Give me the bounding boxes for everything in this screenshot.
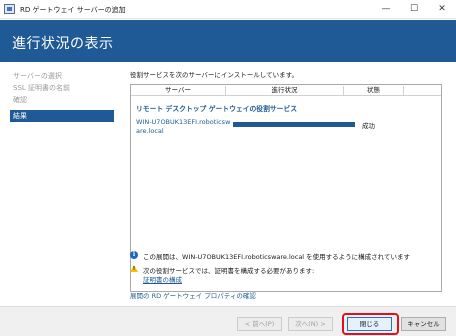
- table-header: サーバー 進行状況 状態: [131, 85, 441, 96]
- column-header-status[interactable]: 状態: [344, 86, 404, 96]
- configure-certificate-link[interactable]: 証明書の構成: [143, 274, 182, 284]
- sidebar-item-ssl-certificate: SSL 証明書の名前: [13, 84, 71, 92]
- next-button[interactable]: 次へ(N) >: [288, 317, 333, 331]
- maximize-icon[interactable]: ☐: [400, 0, 428, 19]
- info-text: この展開は、WIN-U7OBUK13EFI.roboticsware.local…: [143, 253, 410, 261]
- minimize-icon[interactable]: —: [372, 0, 400, 19]
- close-icon[interactable]: ✕: [428, 0, 456, 19]
- app-icon: [4, 4, 15, 14]
- wizard-footer: < 前へ(P) 次へ(N) > 閉じる キャンセル: [0, 306, 456, 336]
- group-title: リモート デスクトップ ゲートウェイの役割サービス: [136, 105, 298, 113]
- column-header-progress[interactable]: 進行状況: [226, 86, 344, 96]
- page-title: 進行状況の表示: [12, 36, 114, 52]
- page-header: 進行状況の表示: [0, 20, 456, 62]
- cancel-button[interactable]: キャンセル: [401, 317, 446, 331]
- close-button[interactable]: 閉じる: [347, 317, 392, 331]
- sidebar-item-select-server: サーバーの選択: [13, 72, 62, 80]
- wizard-steps: サーバーの選択 SSL 証明書の名前 確認 結果: [0, 62, 120, 292]
- review-gateway-properties-link[interactable]: 展開の RD ゲートウェイ プロパティの確認: [130, 290, 256, 300]
- status-text: 成功: [362, 122, 375, 130]
- description-text: 役割サービスを次のサーバーにインストールしています。: [130, 71, 298, 79]
- title-bar: RD ゲートウェイ サーバーの追加 — ☐ ✕: [0, 0, 456, 19]
- previous-button[interactable]: < 前へ(P): [237, 317, 282, 331]
- sidebar-item-confirm: 確認: [13, 96, 27, 104]
- warning-mark: !: [132, 266, 136, 272]
- progress-bar: [233, 122, 355, 127]
- window-title: RD ゲートウェイ サーバーの追加: [20, 6, 126, 14]
- progress-fill: [233, 122, 355, 127]
- server-name: WIN-U7OBUK13EFI.roboticsware.local: [136, 118, 231, 135]
- sidebar-item-results[interactable]: 結果: [10, 110, 114, 122]
- info-icon: i: [130, 251, 138, 259]
- column-header-server[interactable]: サーバー: [131, 86, 226, 96]
